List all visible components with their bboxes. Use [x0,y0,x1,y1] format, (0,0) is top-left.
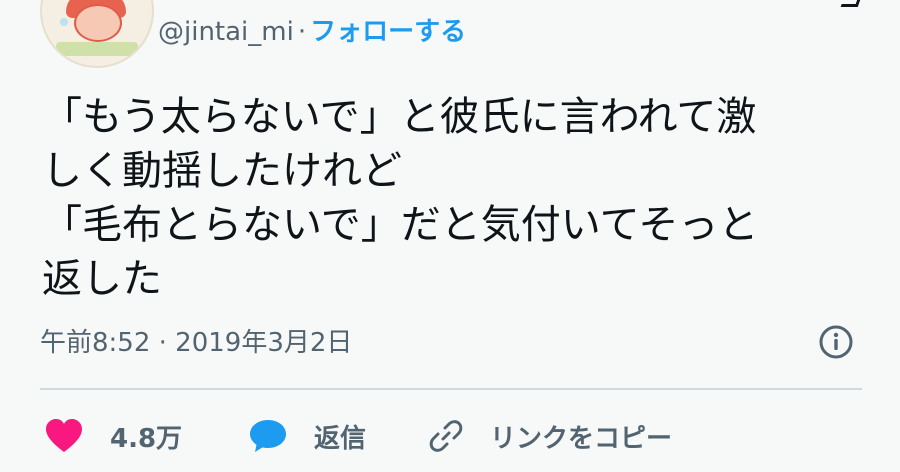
avatar[interactable] [40,0,154,68]
copy-link-label: リンクをコピー [490,423,673,454]
tweet-header: @jintai_mi · フォローする [158,14,466,50]
heart-icon [46,419,82,452]
tweet-text-line: しく動揺したけれど [42,148,402,194]
avatar-face [74,4,122,42]
header-separator: · [297,17,307,47]
tweet-text-line: 「もう太らないで」と彼氏に言われて激 [42,94,757,140]
reply-button[interactable]: 返信 [248,418,428,455]
action-bar: 4.8万 返信 リンクをコピー [44,414,672,458]
speech-bubble-icon [250,420,286,452]
reply-label: 返信 [314,423,367,454]
tweet-timestamp[interactable]: 午前8:52 · 2019年3月2日 [40,326,352,360]
tweet-text-line: 返した [42,256,162,302]
avatar-dot [60,18,68,26]
divider [40,388,862,390]
like-button[interactable]: 4.8万 [44,418,248,455]
user-handle[interactable]: @jintai_mi [158,17,294,47]
follow-button[interactable]: フォローする [310,17,466,47]
info-icon[interactable] [818,324,854,360]
tweet-text: 「もう太らないで」と彼氏に言われて激 しく動揺したけれど 「毛布とらないで」だと… [42,90,872,306]
copy-link-button[interactable]: リンクをコピー [428,418,672,455]
tweet-text-line: 「毛布とらないで」だと気付いてそっと [42,202,759,248]
like-count: 4.8万 [110,423,183,454]
avatar-banner [56,42,138,56]
link-icon [429,420,463,452]
tweet-card: @jintai_mi · フォローする 「もう太らないで」と彼氏に言われて激 しく動… [0,0,900,472]
caret-icon[interactable] [840,0,863,7]
